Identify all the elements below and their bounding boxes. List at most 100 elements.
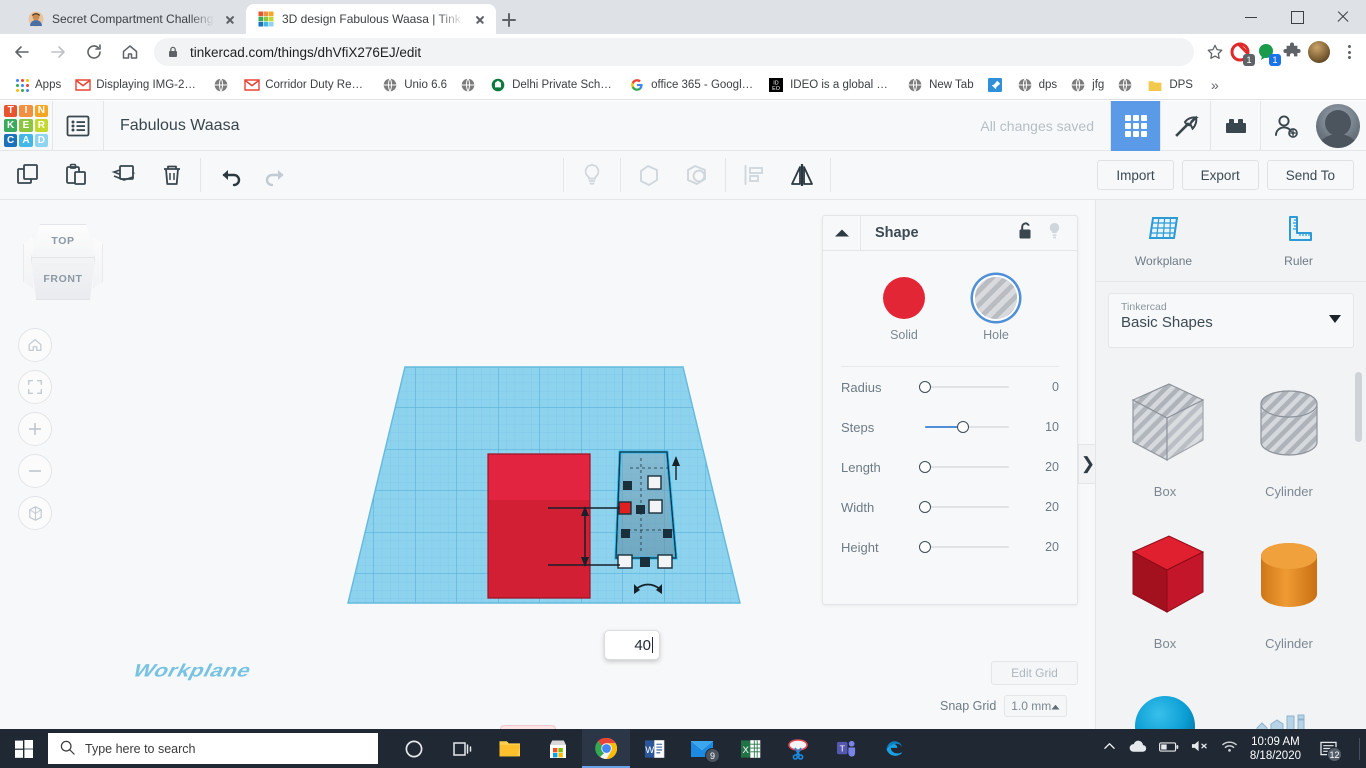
- bookmark-dps[interactable]: dps: [1012, 74, 1064, 96]
- project-name[interactable]: Fabulous Waasa: [104, 117, 239, 135]
- sidebar-scrollbar[interactable]: [1355, 372, 1362, 729]
- browser-tab-2[interactable]: 3D design Fabulous Waasa | Tink: [246, 4, 496, 34]
- battery-icon[interactable]: [1158, 740, 1179, 758]
- width-slider[interactable]: [915, 498, 1019, 516]
- notifications-button[interactable]: 12: [1313, 729, 1343, 768]
- mirror-icon[interactable]: [778, 151, 826, 199]
- wifi-icon[interactable]: [1221, 739, 1238, 758]
- mail-icon[interactable]: 9: [678, 729, 726, 768]
- snap-grid-select[interactable]: 1.0 mm: [1004, 695, 1068, 717]
- length-slider[interactable]: [915, 458, 1019, 476]
- minimize-icon[interactable]: [1228, 0, 1274, 34]
- steps-slider[interactable]: [915, 418, 1019, 436]
- bookmark-delhi-private-school[interactable]: Delhi Private Schoo...: [485, 74, 622, 96]
- hole-swatch-option[interactable]: Hole: [975, 277, 1017, 342]
- close-icon[interactable]: [472, 11, 488, 27]
- ungroup-icon[interactable]: [673, 151, 721, 199]
- unlock-icon[interactable]: [1017, 221, 1034, 245]
- bookmark-star-icon[interactable]: [1202, 39, 1228, 65]
- bookmark-blue-pin[interactable]: [982, 74, 1010, 96]
- list-menu-icon[interactable]: [53, 101, 103, 151]
- bookmark-office-365[interactable]: office 365 - Google...: [624, 74, 761, 96]
- align-icon[interactable]: [730, 151, 778, 199]
- chat-extension-icon[interactable]: 1: [1256, 42, 1281, 66]
- lego-brick-icon[interactable]: [1210, 100, 1260, 151]
- show-desktop-button[interactable]: [1359, 737, 1360, 760]
- shape-item-sphere-solid[interactable]: [1104, 678, 1226, 729]
- copy-icon[interactable]: [4, 151, 52, 199]
- height-slider[interactable]: [915, 538, 1019, 556]
- back-icon[interactable]: [8, 38, 36, 66]
- light-bulb-icon[interactable]: [568, 151, 616, 199]
- profile-avatar[interactable]: [1308, 41, 1330, 63]
- new-tab-button[interactable]: [496, 8, 522, 32]
- slider-knob[interactable]: [957, 421, 969, 433]
- onedrive-cloud-icon[interactable]: [1128, 740, 1147, 758]
- radius-slider[interactable]: [915, 378, 1019, 396]
- address-bar[interactable]: tinkercad.com/things/dhVfiX276EJ/edit: [154, 38, 1194, 66]
- windows-start-icon[interactable]: [0, 729, 48, 768]
- show-hidden-icons-chevron[interactable]: [1103, 740, 1116, 758]
- delete-icon[interactable]: [148, 151, 196, 199]
- send-to-button[interactable]: Send To: [1266, 160, 1354, 190]
- word-icon[interactable]: W: [630, 729, 678, 768]
- slider-knob[interactable]: [919, 541, 931, 553]
- undo-icon[interactable]: [205, 151, 253, 199]
- volume-muted-icon[interactable]: [1191, 739, 1209, 758]
- bookmark-globe-3[interactable]: [1112, 74, 1140, 96]
- slider-knob[interactable]: [919, 461, 931, 473]
- shape-library-select[interactable]: Tinkercad Basic Shapes: [1108, 293, 1354, 348]
- edit-grid-button[interactable]: Edit Grid: [991, 661, 1078, 685]
- bookmark-unio[interactable]: Unio 6.6: [377, 74, 453, 96]
- taskbar-search-box[interactable]: Type here to search: [48, 733, 378, 764]
- bookmark-displaying-img[interactable]: Displaying IMG-201...: [69, 74, 206, 96]
- tinkercad-logo[interactable]: T I N K E R C A D: [0, 102, 52, 150]
- workplane-tool[interactable]: Workplane: [1096, 200, 1231, 281]
- file-explorer-icon[interactable]: [486, 729, 534, 768]
- snipping-tool-icon[interactable]: [774, 729, 822, 768]
- chrome-menu-icon[interactable]: [1336, 39, 1362, 65]
- shape-item-text-solid[interactable]: [1228, 678, 1350, 729]
- dimension-edit-input[interactable]: 40: [604, 630, 660, 660]
- cortana-icon[interactable]: [390, 729, 438, 768]
- bookmark-new-tab[interactable]: New Tab: [902, 74, 980, 96]
- shape-item-box-solid[interactable]: Box: [1104, 528, 1226, 651]
- browser-tab-1[interactable]: Secret Compartment Challenge -: [16, 4, 246, 34]
- bookmark-globe-2[interactable]: [455, 74, 483, 96]
- microsoft-store-icon[interactable]: [534, 729, 582, 768]
- bookmark-jfg[interactable]: jfg: [1065, 74, 1110, 96]
- bookmark-dps-folder[interactable]: DPS: [1142, 74, 1199, 96]
- bookmark-ideo[interactable]: ID EO IDEO is a global de...: [763, 74, 900, 96]
- close-icon[interactable]: [1320, 0, 1366, 34]
- excel-icon[interactable]: X: [726, 729, 774, 768]
- redo-icon[interactable]: [253, 151, 301, 199]
- adblock-extension-icon[interactable]: 1: [1230, 42, 1255, 66]
- duplicate-icon[interactable]: [100, 151, 148, 199]
- minecraft-pickaxe-icon[interactable]: [1160, 100, 1210, 151]
- reload-icon[interactable]: [80, 38, 108, 66]
- bookmark-apps[interactable]: Apps: [8, 74, 67, 96]
- blocks-icon[interactable]: [1110, 100, 1160, 151]
- solid-swatch-option[interactable]: Solid: [883, 277, 925, 342]
- task-view-icon[interactable]: [438, 729, 486, 768]
- export-button[interactable]: Export: [1181, 160, 1259, 190]
- edge-icon[interactable]: [870, 729, 918, 768]
- teams-icon[interactable]: T: [822, 729, 870, 768]
- scrollbar-thumb[interactable]: [1355, 372, 1362, 442]
- google-chrome-icon[interactable]: [582, 729, 630, 768]
- user-avatar[interactable]: [1316, 103, 1360, 148]
- close-icon[interactable]: [222, 11, 238, 27]
- import-button[interactable]: Import: [1097, 160, 1174, 190]
- bookmark-globe-1[interactable]: [208, 74, 236, 96]
- invite-person-icon[interactable]: [1260, 100, 1310, 151]
- light-bulb-icon[interactable]: [1046, 221, 1063, 245]
- ruler-tool[interactable]: Ruler: [1231, 200, 1366, 281]
- puzzle-extension-icon[interactable]: [1282, 42, 1302, 62]
- bookmark-corridor-duty[interactable]: Corridor Duty Repo...: [238, 74, 375, 96]
- taskbar-clock[interactable]: 10:09 AM 8/18/2020: [1250, 735, 1301, 763]
- forward-icon[interactable]: [44, 38, 72, 66]
- home-icon[interactable]: [116, 38, 144, 66]
- paste-icon[interactable]: [52, 151, 100, 199]
- shape-item-cylinder-hole[interactable]: Cylinder: [1228, 376, 1350, 499]
- chevron-up-icon[interactable]: [823, 216, 861, 250]
